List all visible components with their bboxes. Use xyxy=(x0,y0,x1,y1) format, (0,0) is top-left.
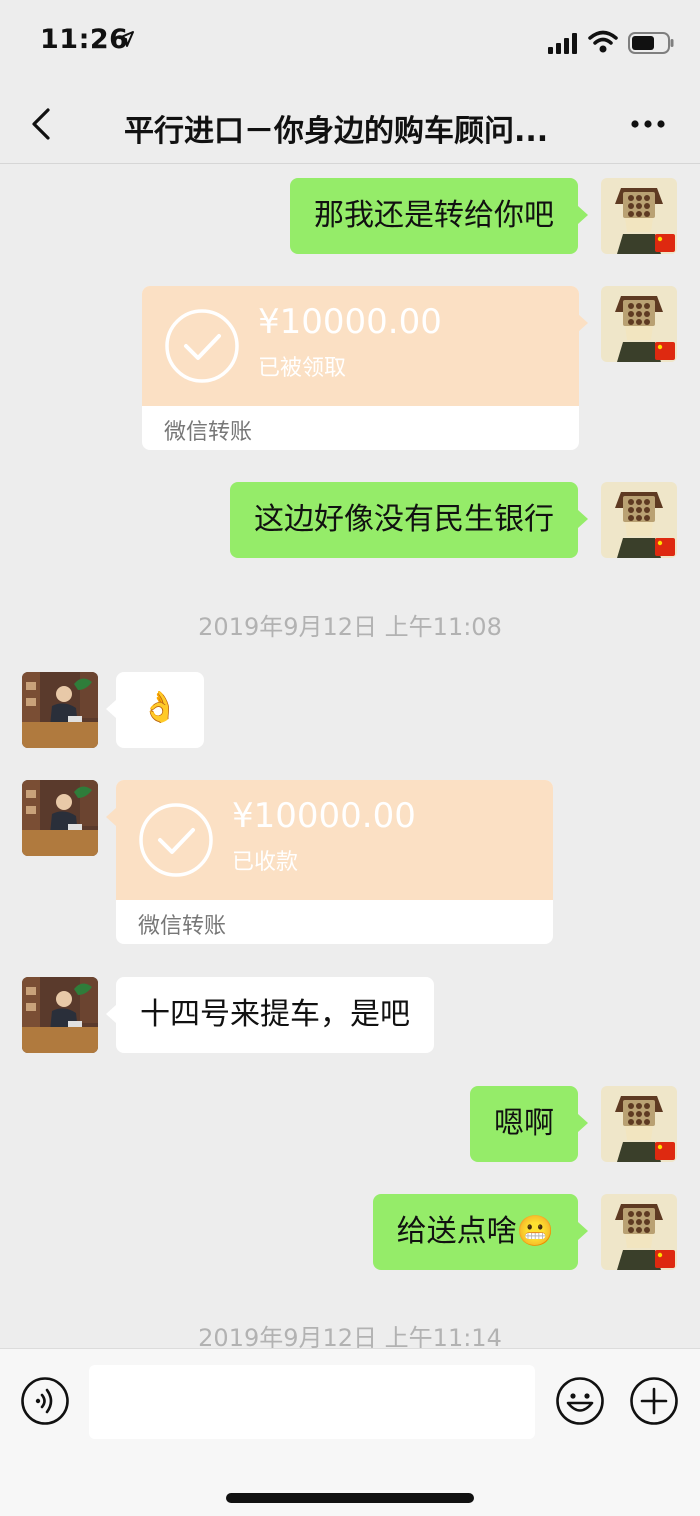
bubble-tail xyxy=(106,700,116,718)
transfer-header: ¥10000.00 已被领取 xyxy=(142,286,579,406)
battery-icon xyxy=(628,32,674,54)
chat-title: 平行进口－你身边的购车顾问... xyxy=(124,114,549,149)
contact-avatar[interactable] xyxy=(22,977,98,1053)
message-input[interactable] xyxy=(89,1365,535,1439)
message-bubble[interactable]: 十四号来提车，是吧 xyxy=(116,977,434,1053)
bubble-tail xyxy=(578,1222,588,1240)
transfer-card[interactable]: ¥10000.00 已被领取 微信转账 xyxy=(142,286,579,450)
wifi-icon xyxy=(588,30,618,53)
check-circle-icon xyxy=(165,309,239,383)
check-circle-icon xyxy=(139,803,213,877)
smiley-icon[interactable] xyxy=(555,1376,605,1426)
bubble-tail xyxy=(106,1005,116,1023)
message-bubble[interactable]: 嗯啊 xyxy=(470,1086,578,1162)
nav-bar: 平行进口－你身边的购车顾问... xyxy=(0,86,700,164)
bubble-tail xyxy=(578,510,588,528)
message-bubble[interactable]: 👌 xyxy=(116,672,204,748)
message-bubble[interactable]: 给送点啥😬 xyxy=(372,1194,578,1270)
my-avatar[interactable] xyxy=(601,482,677,558)
plus-icon[interactable] xyxy=(629,1376,679,1426)
voice-icon[interactable] xyxy=(20,1376,70,1426)
bubble-tail xyxy=(106,808,116,826)
bubble-tail xyxy=(578,1114,588,1132)
input-bar xyxy=(0,1348,700,1516)
contact-avatar[interactable] xyxy=(22,780,98,856)
bubble-tail xyxy=(578,206,588,224)
home-indicator xyxy=(226,1493,474,1503)
my-avatar[interactable] xyxy=(601,1194,677,1270)
contact-avatar[interactable] xyxy=(22,672,98,748)
status-time: 11:26 xyxy=(40,24,129,55)
cellular-signal-icon xyxy=(548,33,577,54)
transfer-header: ¥10000.00 已收款 xyxy=(116,780,553,900)
message-bubble[interactable]: 那我还是转给你吧 xyxy=(290,178,578,254)
transfer-amount: ¥10000.00 xyxy=(232,796,416,836)
location-arrow-icon xyxy=(118,31,134,47)
timestamp: 2019年9月12日 上午11:08 xyxy=(198,613,502,641)
my-avatar[interactable] xyxy=(601,1086,677,1162)
transfer-status: 已被领取 xyxy=(258,356,347,381)
transfer-label: 微信转账 xyxy=(138,914,227,939)
status-bar: 11:26 xyxy=(0,0,700,86)
message-bubble[interactable]: 这边好像没有民生银行 xyxy=(230,482,578,558)
my-avatar[interactable] xyxy=(601,286,677,362)
more-dots-icon[interactable] xyxy=(628,108,668,140)
transfer-amount: ¥10000.00 xyxy=(258,302,442,342)
bubble-tail xyxy=(578,314,588,332)
chevron-left-icon[interactable] xyxy=(22,104,62,144)
transfer-status: 已收款 xyxy=(232,850,299,875)
my-avatar[interactable] xyxy=(601,178,677,254)
transfer-card[interactable]: ¥10000.00 已收款 微信转账 xyxy=(116,780,553,944)
transfer-label: 微信转账 xyxy=(164,420,253,445)
